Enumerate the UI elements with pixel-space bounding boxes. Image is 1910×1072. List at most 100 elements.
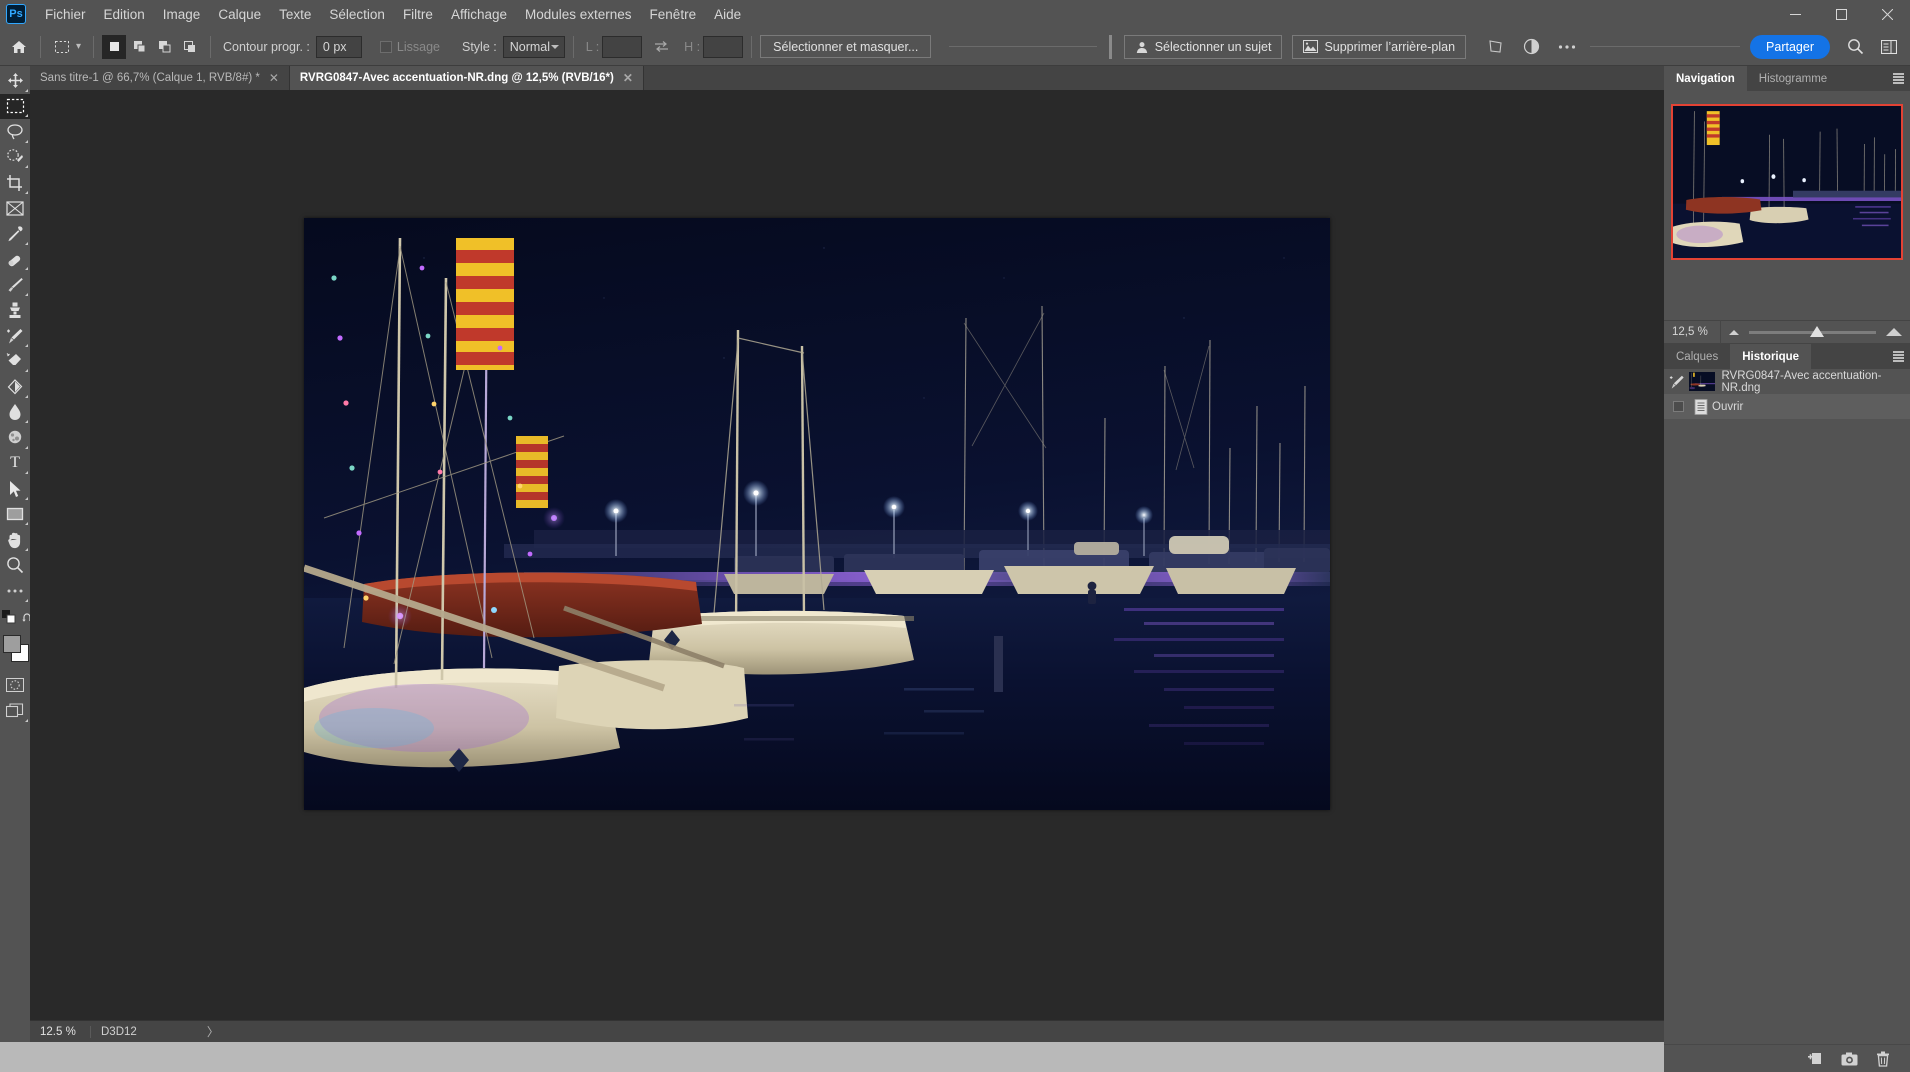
- hand-tool[interactable]: [0, 527, 30, 553]
- default-colors-icon[interactable]: [2, 610, 16, 629]
- screen-mode-icon[interactable]: [0, 698, 30, 724]
- move-tool[interactable]: [0, 68, 30, 94]
- foreground-color-swatch[interactable]: [3, 634, 21, 653]
- menu-calque[interactable]: Calque: [209, 0, 270, 28]
- menu-affichage[interactable]: Affichage: [442, 0, 516, 28]
- document-tab-bar: Sans titre-1 @ 66,7% (Calque 1, RVB/8#) …: [30, 66, 1664, 90]
- zoom-slider-handle[interactable]: [1809, 325, 1824, 337]
- perspective-warp-icon[interactable]: [1482, 34, 1508, 60]
- clone-stamp-tool[interactable]: [0, 298, 30, 324]
- select-and-mask-button[interactable]: Sélectionner et masquer...: [760, 35, 932, 58]
- panel-menu-icon[interactable]: [1893, 351, 1905, 362]
- menu-texte[interactable]: Texte: [270, 0, 320, 28]
- intersect-selection-button[interactable]: [177, 35, 201, 59]
- snapshot-camera-icon[interactable]: [1836, 1048, 1862, 1070]
- menu-edition[interactable]: Edition: [95, 0, 154, 28]
- tool-group-indicator: [25, 718, 28, 722]
- edit-toolbar-tool[interactable]: [0, 578, 30, 604]
- tab-navigation[interactable]: Navigation: [1664, 66, 1747, 91]
- height-input[interactable]: [703, 35, 744, 58]
- workspace-switcher-icon[interactable]: [1876, 34, 1902, 60]
- crop-tool[interactable]: [0, 170, 30, 196]
- new-selection-button[interactable]: [102, 34, 127, 59]
- dodge-tool[interactable]: [0, 425, 30, 451]
- width-input[interactable]: [602, 35, 643, 58]
- spot-healing-brush-tool[interactable]: [0, 247, 30, 273]
- tab-calques[interactable]: Calques: [1664, 344, 1731, 369]
- menu-aide[interactable]: Aide: [705, 0, 750, 28]
- history-snapshot-row[interactable]: RVRG0847-Avec accentuation-NR.dng: [1664, 369, 1910, 394]
- status-info[interactable]: D3D12: [90, 1025, 147, 1038]
- rectangular-marquee-tool[interactable]: [0, 93, 30, 119]
- photoshop-window: Ps Fichier Edition Image Calque Texte Sé…: [0, 0, 1910, 1072]
- remove-background-button[interactable]: Supprimer l’arrière-plan: [1292, 34, 1467, 59]
- antialias-checkbox-row[interactable]: Lissage: [379, 40, 440, 54]
- history-state-row[interactable]: Ouvrir: [1664, 394, 1910, 419]
- style-select[interactable]: Normal: [502, 35, 565, 58]
- tab-histogramme[interactable]: Histogramme: [1746, 66, 1840, 91]
- menu-fenetre[interactable]: Fenêtre: [641, 0, 706, 28]
- options-bar-grip[interactable]: [1108, 34, 1112, 59]
- status-zoom-level[interactable]: 12.5 %: [30, 1026, 90, 1038]
- document-tab-rvrg0847[interactable]: RVRG0847-Avec accentuation-NR.dng @ 12,5…: [289, 66, 644, 90]
- options-separator-5: [751, 35, 753, 58]
- history-state-checkbox[interactable]: [1673, 401, 1684, 412]
- zoom-tool[interactable]: [0, 553, 30, 579]
- blur-tool[interactable]: [0, 400, 30, 426]
- menu-modules-externes[interactable]: Modules externes: [516, 0, 641, 28]
- navigator-zoom-value[interactable]: 12,5 %: [1664, 326, 1720, 338]
- eyedropper-tool[interactable]: [0, 221, 30, 247]
- add-to-selection-button[interactable]: [127, 35, 151, 59]
- frame-tool[interactable]: [0, 196, 30, 222]
- maximize-button[interactable]: [1818, 0, 1864, 28]
- tool-preset-picker[interactable]: ▾: [49, 33, 85, 61]
- antialias-checkbox[interactable]: [379, 40, 392, 53]
- color-swatches[interactable]: [0, 633, 30, 667]
- contrast-adjust-icon[interactable]: [1518, 34, 1544, 60]
- lasso-tool[interactable]: [0, 119, 30, 145]
- close-icon[interactable]: ✕: [623, 72, 633, 84]
- navigator-preview-image: [1673, 106, 1901, 258]
- status-expand-icon[interactable]: 〉: [147, 1023, 233, 1040]
- tool-group-indicator: [25, 343, 28, 347]
- quick-mask-icon[interactable]: [0, 673, 30, 699]
- home-icon[interactable]: [6, 34, 32, 60]
- document-tab-sans-titre-1[interactable]: Sans titre-1 @ 66,7% (Calque 1, RVB/8#) …: [30, 66, 290, 90]
- tool-group-indicator: [25, 471, 28, 474]
- document-canvas[interactable]: [304, 218, 1330, 810]
- rectangle-tool[interactable]: [0, 502, 30, 528]
- close-button[interactable]: [1864, 0, 1910, 28]
- menu-selection[interactable]: Sélection: [320, 0, 394, 28]
- search-icon[interactable]: [1842, 34, 1868, 60]
- gradient-tool[interactable]: [0, 374, 30, 400]
- close-icon[interactable]: ✕: [269, 72, 279, 84]
- subtract-from-selection-button[interactable]: [152, 35, 176, 59]
- eraser-tool[interactable]: [0, 349, 30, 375]
- navigator-thumbnail[interactable]: [1671, 104, 1903, 260]
- brush-tool[interactable]: [0, 272, 30, 298]
- type-tool[interactable]: T: [0, 451, 30, 477]
- panel-menu-icon[interactable]: [1893, 73, 1905, 84]
- menu-fichier[interactable]: Fichier: [36, 0, 95, 28]
- panel-collapse-icon[interactable]: [1897, 98, 1908, 110]
- tool-group-indicator: [25, 598, 28, 602]
- tab-historique[interactable]: Historique: [1730, 344, 1812, 369]
- feather-input[interactable]: 0 px: [315, 35, 362, 58]
- new-document-from-state-icon[interactable]: [1802, 1048, 1828, 1070]
- canvas-area[interactable]: [30, 90, 1664, 1020]
- zoom-slider[interactable]: [1749, 325, 1876, 337]
- zoom-in-icon[interactable]: [1886, 328, 1902, 336]
- more-options-icon[interactable]: [1554, 34, 1580, 60]
- delete-trash-icon[interactable]: [1870, 1048, 1896, 1070]
- tool-group-indicator: [25, 394, 28, 398]
- menu-image[interactable]: Image: [154, 0, 210, 28]
- minimize-button[interactable]: [1772, 0, 1818, 28]
- menu-filtre[interactable]: Filtre: [394, 0, 442, 28]
- select-subject-button[interactable]: Sélectionner un sujet: [1123, 34, 1283, 59]
- path-selection-tool[interactable]: [0, 476, 30, 502]
- history-brush-tool[interactable]: [0, 323, 30, 349]
- share-button[interactable]: Partager: [1750, 34, 1830, 59]
- swap-dimensions-icon[interactable]: [648, 34, 674, 60]
- zoom-out-icon[interactable]: [1729, 329, 1739, 335]
- object-selection-tool[interactable]: [0, 145, 30, 171]
